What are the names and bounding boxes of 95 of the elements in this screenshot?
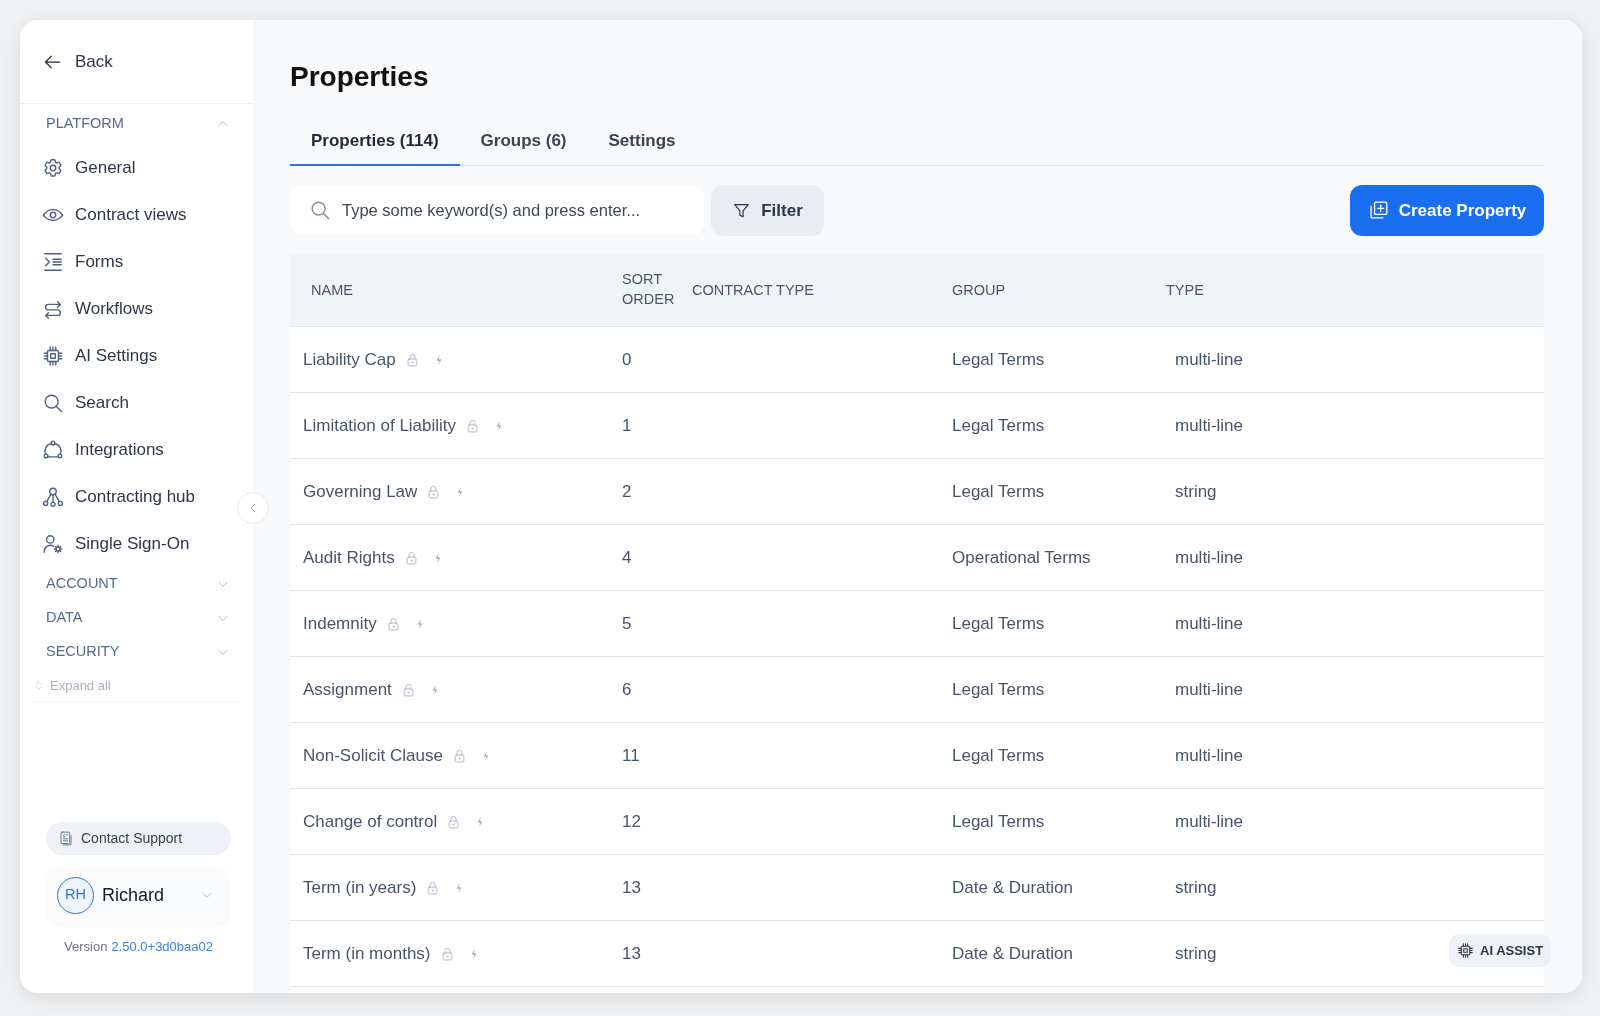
sort-order-cell: 12	[622, 811, 641, 831]
column-header: GROUP	[952, 281, 1006, 300]
version-link[interactable]: 2.50.0+3d0baa02	[111, 936, 213, 956]
document-icon	[58, 829, 74, 847]
sidebar-item[interactable]: General	[42, 154, 136, 181]
hierarchy-icon	[42, 485, 64, 508]
search-field[interactable]: Type some keyword(s) and press enter...	[290, 186, 704, 235]
property-name: Audit Rights	[303, 546, 395, 569]
chip-icon	[1457, 942, 1474, 959]
funnel-icon	[732, 201, 752, 220]
group-cell: Legal Terms	[952, 679, 1045, 699]
sidebar-item[interactable]: AI Settings	[42, 342, 158, 369]
sort-order-cell: 6	[622, 679, 632, 699]
sort-order-cell: 5	[622, 613, 632, 633]
type-cell: string	[1175, 877, 1217, 897]
group-cell: Legal Terms	[952, 415, 1045, 435]
sort-order-cell: 11	[622, 745, 640, 765]
lock-icon	[385, 615, 401, 632]
property-name: Liability Cap	[303, 348, 396, 371]
type-cell: multi-line	[1175, 613, 1244, 633]
sidebar-item[interactable]: Contract views	[42, 201, 187, 228]
property-name: Term (in months)	[303, 942, 431, 965]
section-header[interactable]: DATA	[46, 607, 83, 629]
sort-order-cell: 13	[622, 877, 641, 897]
group-cell: Legal Terms	[952, 349, 1045, 369]
sidebar-item[interactable]: Contracting hub	[42, 483, 196, 510]
ai-assist-button[interactable]: AI ASSIST	[1449, 934, 1552, 967]
property-name: Governing Law	[303, 480, 418, 503]
property-name: Term (in years)	[303, 876, 417, 899]
sort-order-cell: 2	[622, 481, 632, 501]
type-cell: multi-line	[1175, 679, 1244, 699]
lock-icon	[451, 747, 467, 764]
create-property-button[interactable]: Create Property	[1350, 185, 1544, 236]
sidebar-item[interactable]: Single Sign-On	[42, 530, 190, 557]
column-header: TYPE	[1166, 281, 1204, 300]
contact-support-button[interactable]: Contact Support	[46, 821, 231, 855]
sort-order-cell: 1	[622, 415, 632, 435]
sort-order-cell: 13	[622, 943, 641, 963]
property-name: Change of control	[303, 810, 438, 833]
property-name: Non-Solicit Clause	[303, 744, 443, 767]
type-cell: multi-line	[1175, 415, 1244, 435]
user-menu[interactable]: RH Richard	[48, 866, 228, 924]
lock-icon	[400, 681, 416, 698]
page-title: Properties	[290, 60, 430, 94]
property-name: Indemnity	[303, 612, 377, 635]
column-header: SORT ORDER	[622, 270, 676, 309]
type-cell: multi-line	[1175, 349, 1244, 369]
group-cell: Date & Duration	[952, 943, 1073, 963]
sort-order-cell: 0	[622, 349, 632, 369]
property-name: Limitation of Liability	[303, 414, 457, 437]
sidebar-item[interactable]: Search	[42, 389, 129, 416]
type-cell: multi-line	[1175, 811, 1244, 831]
type-cell: string	[1175, 481, 1217, 501]
filter-button[interactable]: Filter	[711, 185, 824, 236]
list-icon	[42, 250, 64, 273]
chevron-up-down-icon	[33, 679, 44, 692]
lock-icon	[404, 351, 420, 368]
column-header: CONTRACT TYPE	[692, 281, 814, 300]
version-label: Version	[64, 937, 108, 956]
group-cell: Legal Terms	[952, 745, 1045, 765]
copy-plus-icon	[1367, 200, 1389, 221]
tab[interactable]: Properties (114)	[290, 115, 460, 166]
lock-icon	[439, 945, 455, 962]
group-cell: Legal Terms	[952, 811, 1045, 831]
group-cell: Date & Duration	[952, 877, 1073, 897]
tab[interactable]: Groups (6)	[459, 115, 588, 166]
tab[interactable]: Settings	[587, 115, 697, 166]
lock-icon	[425, 879, 441, 896]
sidebar-item[interactable]: Workflows	[42, 295, 154, 322]
back-button[interactable]: Back	[43, 48, 113, 75]
search-icon	[309, 199, 331, 221]
user-gear-icon	[42, 532, 64, 555]
property-name: Assignment	[303, 678, 392, 701]
sort-order-cell: 4	[622, 547, 632, 567]
sidebar-item[interactable]: Forms	[42, 248, 124, 275]
chip-icon	[42, 344, 64, 367]
nodes-icon	[42, 438, 64, 461]
group-cell: Legal Terms	[952, 613, 1045, 633]
lock-icon	[465, 417, 481, 434]
column-header: NAME	[311, 281, 353, 300]
type-cell: multi-line	[1175, 745, 1244, 765]
section-header[interactable]: ACCOUNT	[46, 573, 118, 595]
gear-icon	[42, 156, 64, 179]
section-header[interactable]: SECURITY	[46, 641, 120, 663]
sidebar-item[interactable]: Integrations	[42, 436, 164, 463]
type-cell: multi-line	[1175, 547, 1244, 567]
group-cell: Legal Terms	[952, 481, 1045, 501]
section-header[interactable]: PLATFORM	[46, 113, 124, 135]
lock-icon	[403, 549, 419, 566]
type-cell: string	[1175, 943, 1217, 963]
user-name: Richard	[102, 883, 165, 907]
user-avatar: RH	[57, 876, 94, 914]
group-cell: Operational Terms	[952, 547, 1091, 567]
lock-icon	[426, 483, 442, 500]
lock-icon	[446, 813, 462, 830]
